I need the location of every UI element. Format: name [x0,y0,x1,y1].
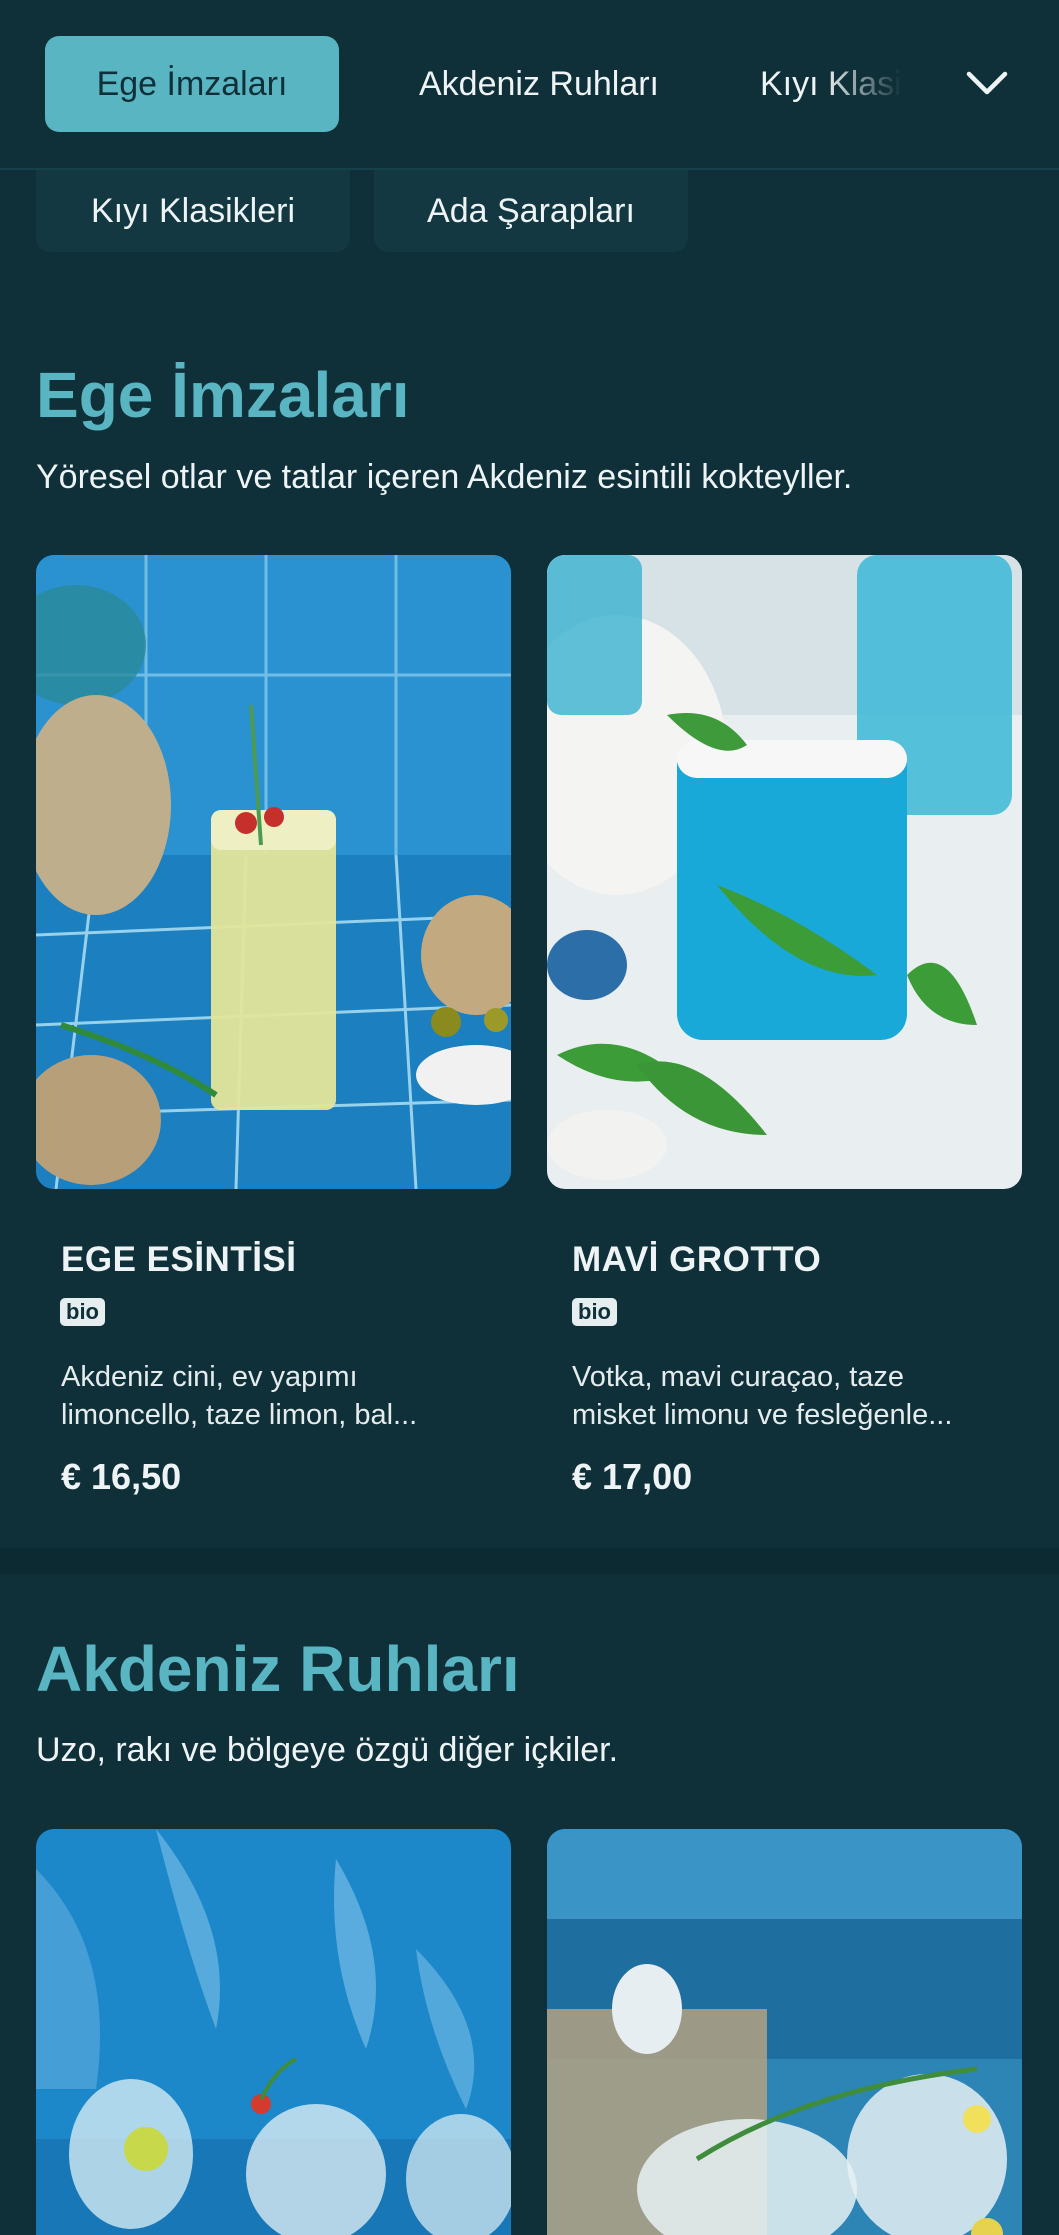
product-description: Votka, mavi curaçao, taze misket limonu … [572,1361,953,1431]
product-price: € 17,00 [572,1456,693,1497]
tab-label: Kıyı Klasi [760,64,902,103]
section-description: Uzo, rakı ve bölgeye özgü diğer içkiler. [36,1731,619,1769]
tab-label: Ege İmzaları [96,64,288,103]
product-image-ege-esintisi[interactable] [36,555,511,1189]
tab-kiyi-klasikleri[interactable]: Kıyı Klasi [760,36,910,132]
product-price: € 16,50 [61,1456,182,1497]
section-divider [0,1548,1059,1574]
product-image[interactable] [36,1829,511,2235]
tab-ege-imzalari[interactable]: Ege İmzaları [45,36,339,132]
tab-akdeniz-ruhlari[interactable]: Akdeniz Ruhları [385,36,693,132]
chip-label: Ada Şarapları [427,191,635,230]
product-image-mavi-grotto[interactable] [547,555,1022,1189]
section-description: Yöresel otlar ve tatlar içeren Akdeniz e… [36,458,853,496]
bio-badge: bio [572,1298,617,1326]
section-title: Ege İmzaları [36,359,410,431]
bio-badge: bio [60,1298,105,1326]
chip-kiyi-klasikleri[interactable]: Kıyı Klasikleri [36,170,350,252]
chevron-down-icon[interactable] [965,62,1009,106]
product-name: MAVİ GROTTO [572,1240,822,1279]
product-image[interactable] [547,1829,1022,2235]
chip-ada-saraplari[interactable]: Ada Şarapları [374,170,688,252]
tab-label: Akdeniz Ruhları [418,64,659,103]
category-tab-bar: Ege İmzaları Akdeniz Ruhları Kıyı Klasi [0,0,1059,170]
chip-label: Kıyı Klasikleri [90,191,296,230]
product-description: Akdeniz cini, ev yapımı limoncello, taze… [61,1361,418,1431]
section-title: Akdeniz Ruhları [36,1633,520,1705]
product-name: EGE ESİNTİSİ [61,1240,297,1279]
